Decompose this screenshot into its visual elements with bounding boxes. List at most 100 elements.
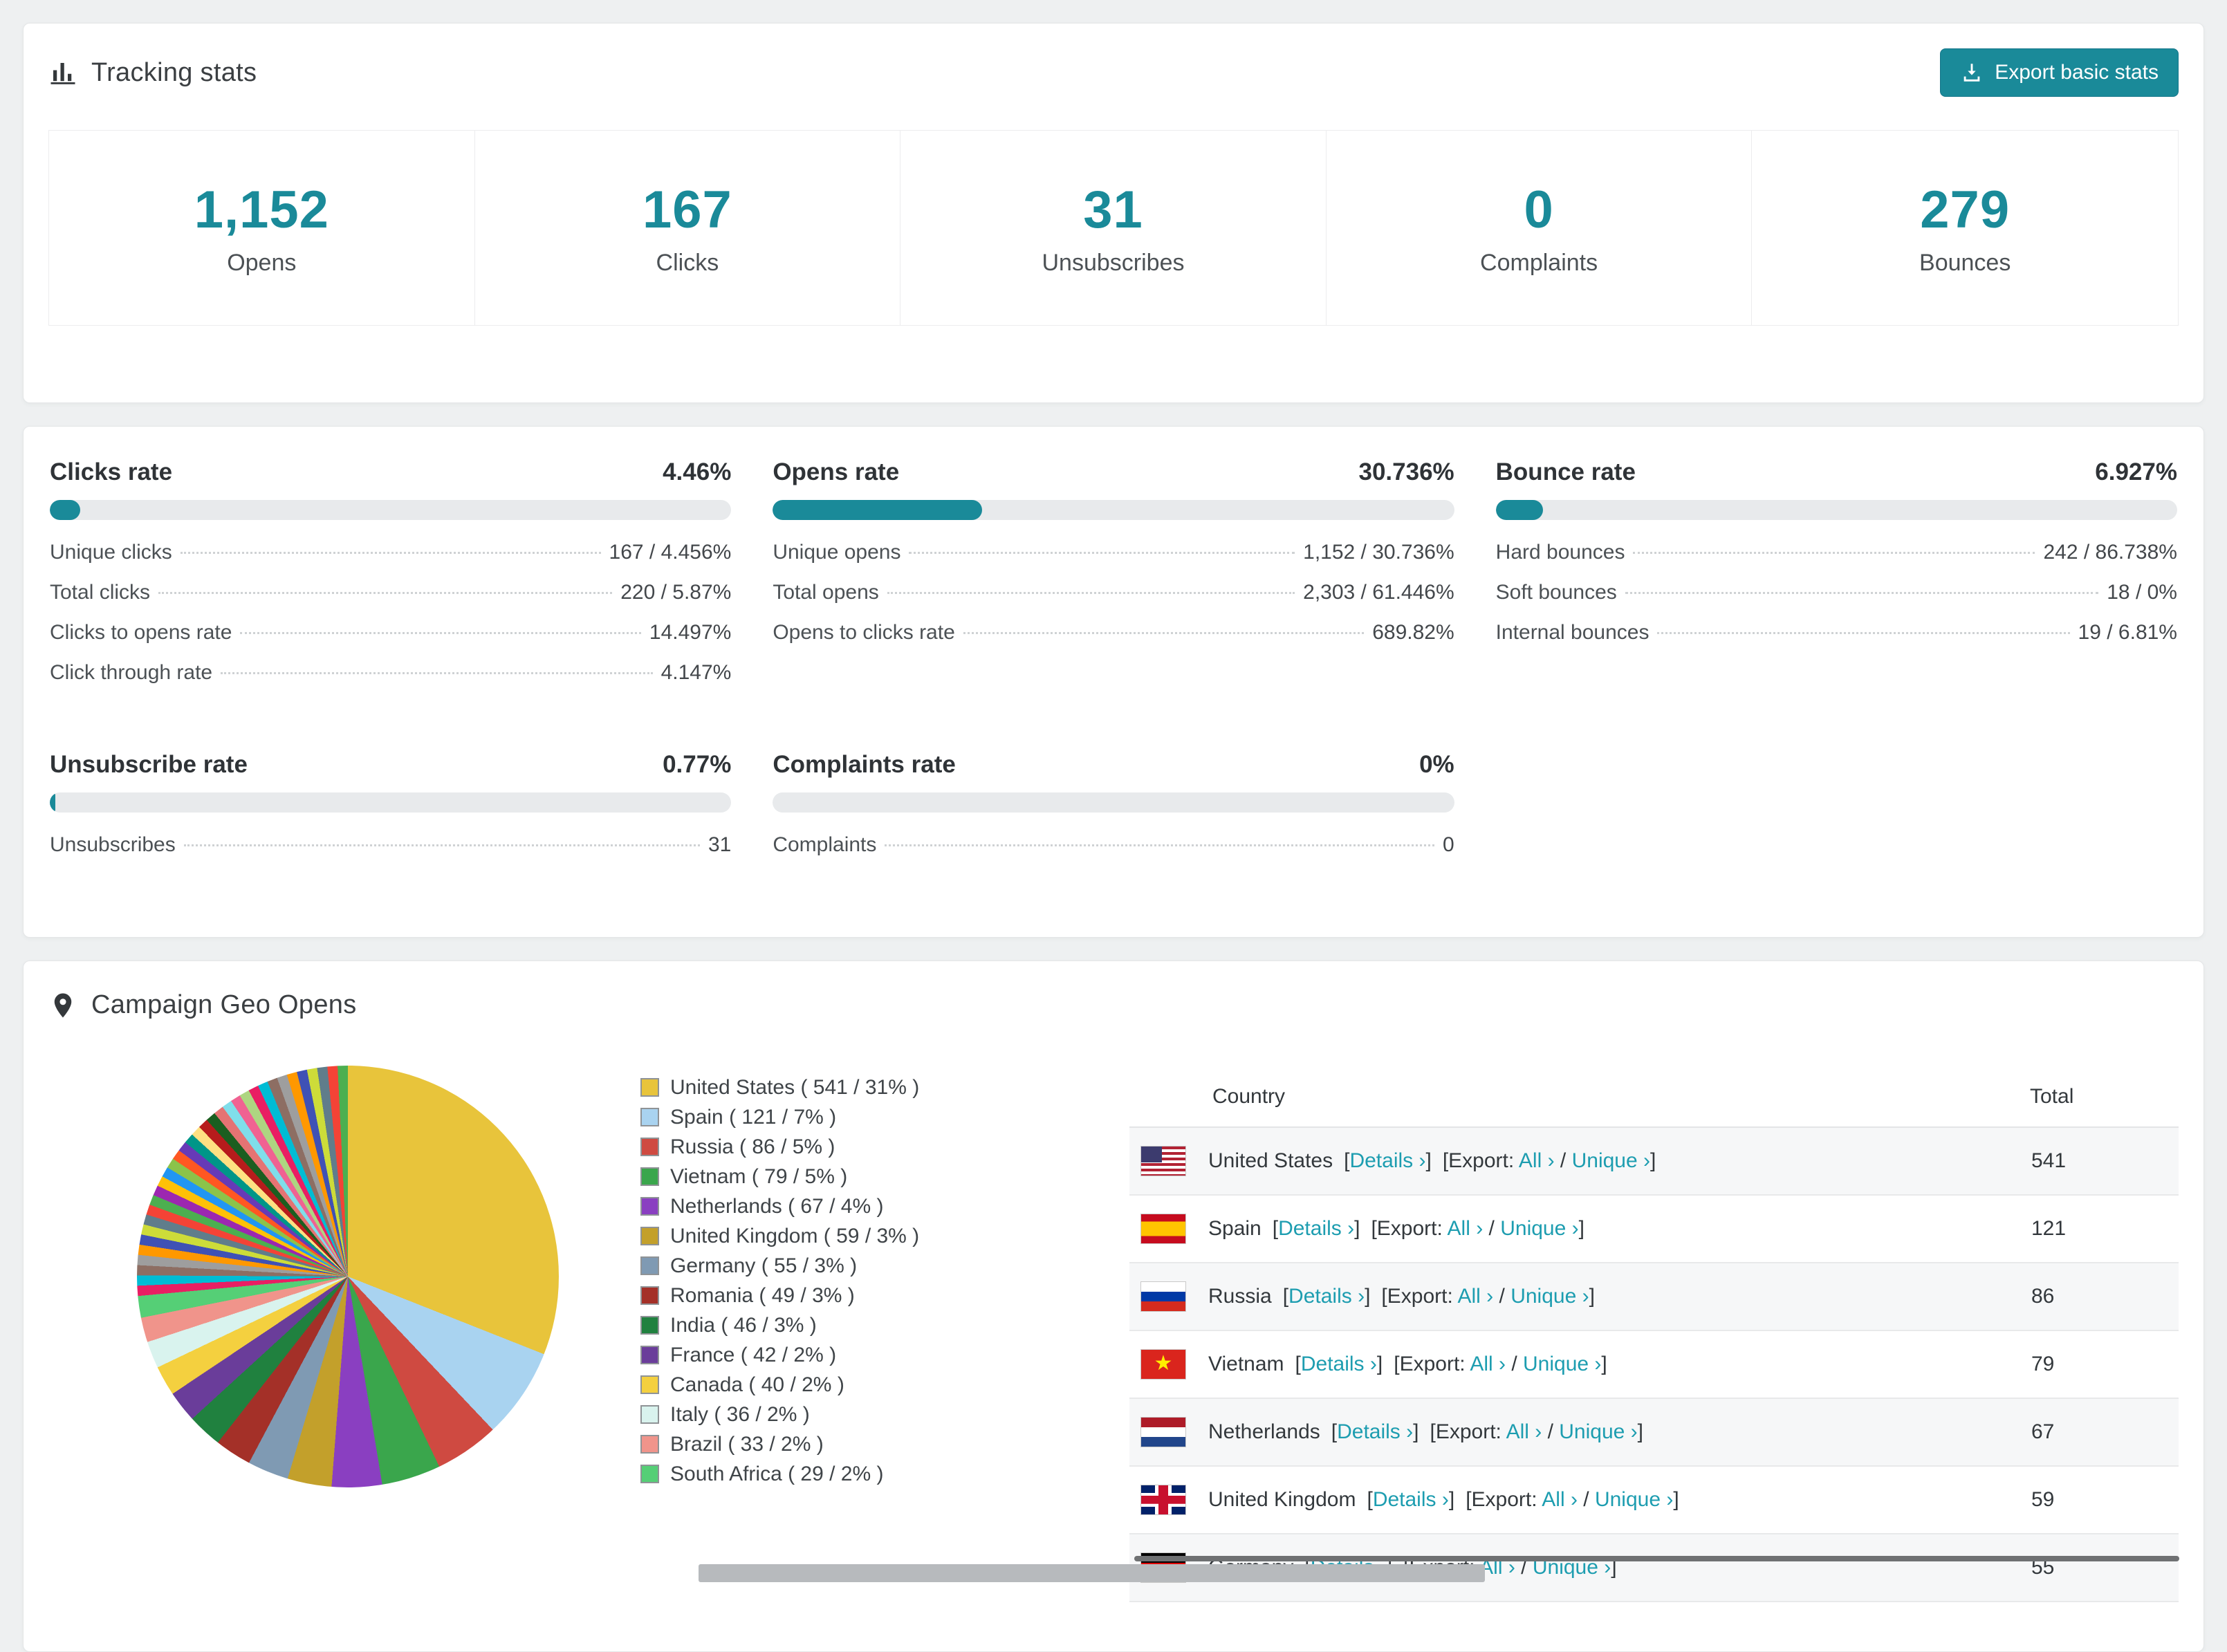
opens-rate-panel: Opens rate 30.736% Unique opens 1,152 / … [773,458,1454,701]
bracket: ] [1650,1149,1656,1172]
clicks-rate-panel: Clicks rate 4.46% Unique clicks 167 / 4.… [50,458,731,701]
rates-grid: Clicks rate 4.46% Unique clicks 167 / 4.… [50,458,2177,873]
legend-item: United Kingdom ( 59 / 3% ) [640,1221,953,1251]
rate-stat-value: 220 / 5.87% [620,581,731,604]
export-all-link[interactable]: All › [1506,1420,1542,1443]
export-all-link[interactable]: All › [1458,1285,1494,1308]
dotted-leader [221,672,652,674]
complaints-rate-header: Complaints rate 0% [773,751,1454,779]
stat-label: Clicks [656,250,719,277]
dotted-leader [887,592,1295,594]
legend-swatch [640,1108,659,1126]
page-horizontal-scrollbar[interactable] [699,1564,1485,1582]
clicks-rate-progress-fill [50,500,80,520]
separator: / [1542,1420,1559,1443]
bracket: [ [1466,1488,1471,1511]
dotted-leader [181,552,601,554]
unsubscribe-rate-value: 0.77% [663,751,731,779]
bracket: [ [1331,1420,1337,1443]
rate-stat-label: Hard bounces [1496,541,1625,564]
dotted-leader [1657,632,2069,634]
rate-stat-row: Complaints 0 [773,833,1454,857]
rate-stat-label: Total clicks [50,581,150,604]
unsubscribe-rate-progress-fill [50,792,55,813]
details-link-group: [Details ›] [1344,1149,1432,1173]
legend-item: Germany ( 55 / 3% ) [640,1251,953,1281]
export-prefix: Export: [1448,1149,1514,1172]
legend-swatch [640,1435,659,1454]
legend-label: Canada ( 40 / 2% ) [670,1373,844,1397]
export-unique-link[interactable]: Unique › [1500,1217,1578,1240]
geo-table-row: Vietnam [Details ›] [Export: All › / Uni… [1129,1330,2179,1398]
bracket: ] [1354,1217,1360,1240]
page: Tracking stats Export basic stats 1,152 … [0,0,2227,1652]
legend-label: Spain ( 121 / 7% ) [670,1106,836,1129]
opens-rate-title: Opens rate [773,458,899,486]
rate-stat-row: Opens to clicks rate 689.82% [773,621,1454,644]
export-all-link[interactable]: All › [1470,1353,1506,1375]
export-all-link[interactable]: All › [1519,1149,1555,1172]
stat-value: 279 [1920,180,2010,240]
export-basic-stats-button[interactable]: Export basic stats [1940,48,2179,97]
legend-swatch [640,1078,659,1097]
separator: / [1578,1488,1595,1511]
export-link-group: [Export: All › / Unique ›] [1443,1149,1656,1173]
dotted-leader [1625,592,2098,594]
opens-rate-value: 30.736% [1358,458,1454,486]
details-link[interactable]: Details › [1349,1149,1425,1172]
details-link[interactable]: Details › [1337,1420,1413,1443]
country-name: Netherlands [1208,1420,1320,1444]
export-unique-link[interactable]: Unique › [1572,1149,1650,1172]
details-link[interactable]: Details › [1301,1353,1377,1375]
country-total: 86 [2030,1263,2179,1330]
legend-item: Russia ( 86 / 5% ) [640,1132,953,1162]
bounce-rate-header: Bounce rate 6.927% [1496,458,2177,486]
bracket: ] [1601,1353,1607,1375]
export-unique-link[interactable]: Unique › [1559,1420,1637,1443]
rates-card: Clicks rate 4.46% Unique clicks 167 / 4.… [23,426,2204,938]
legend-swatch [640,1138,659,1156]
clicks-rate-value: 4.46% [663,458,731,486]
export-all-link[interactable]: All › [1542,1488,1578,1511]
rate-stat-row: Total clicks 220 / 5.87% [50,581,731,604]
legend-swatch [640,1405,659,1424]
details-link[interactable]: Details › [1278,1217,1354,1240]
table-horizontal-scrollbar[interactable] [1134,1556,2179,1561]
legend-label: Netherlands ( 67 / 4% ) [670,1195,883,1218]
legend-label: India ( 46 / 3% ) [670,1314,817,1337]
opens-rate-progress [773,500,1454,520]
legend-label: France ( 42 / 2% ) [670,1344,836,1367]
bracket: [ [1430,1420,1435,1443]
export-unique-link[interactable]: Unique › [1523,1353,1601,1375]
stat-box: 279 Bounces [1752,131,2178,325]
tracking-stats-card: Tracking stats Export basic stats 1,152 … [23,23,2204,403]
country-name: Russia [1208,1285,1272,1308]
legend-label: Vietnam ( 79 / 5% ) [670,1165,847,1189]
export-link-group: [Export: All › / Unique ›] [1371,1217,1584,1241]
legend-item: Brazil ( 33 / 2% ) [640,1429,953,1459]
country-name: United States [1208,1149,1333,1173]
legend-swatch [640,1227,659,1245]
rate-stat-label: Unique opens [773,541,900,564]
details-link[interactable]: Details › [1373,1488,1449,1511]
stat-box: 1,152 Opens [49,131,475,325]
export-all-link[interactable]: All › [1448,1217,1484,1240]
bounce-rate-rows: Hard bounces 242 / 86.738% Soft bounces … [1496,541,2177,644]
export-unique-link[interactable]: Unique › [1595,1488,1673,1511]
rate-stat-value: 689.82% [1372,621,1454,644]
separator: / [1506,1353,1523,1375]
country-total: 67 [2030,1398,2179,1466]
bounce-rate-progress [1496,500,2177,520]
country-name: Vietnam [1208,1353,1284,1376]
bracket: [ [1443,1149,1448,1172]
legend-swatch [640,1375,659,1394]
bracket: [ [1381,1285,1387,1308]
dotted-leader [1633,552,2035,554]
details-link[interactable]: Details › [1288,1285,1365,1308]
bracket: ] [1377,1353,1383,1375]
export-unique-link[interactable]: Unique › [1510,1285,1589,1308]
legend-label: Brazil ( 33 / 2% ) [670,1433,824,1456]
separator: / [1483,1217,1500,1240]
dotted-leader [885,844,1434,846]
legend-swatch [640,1256,659,1275]
